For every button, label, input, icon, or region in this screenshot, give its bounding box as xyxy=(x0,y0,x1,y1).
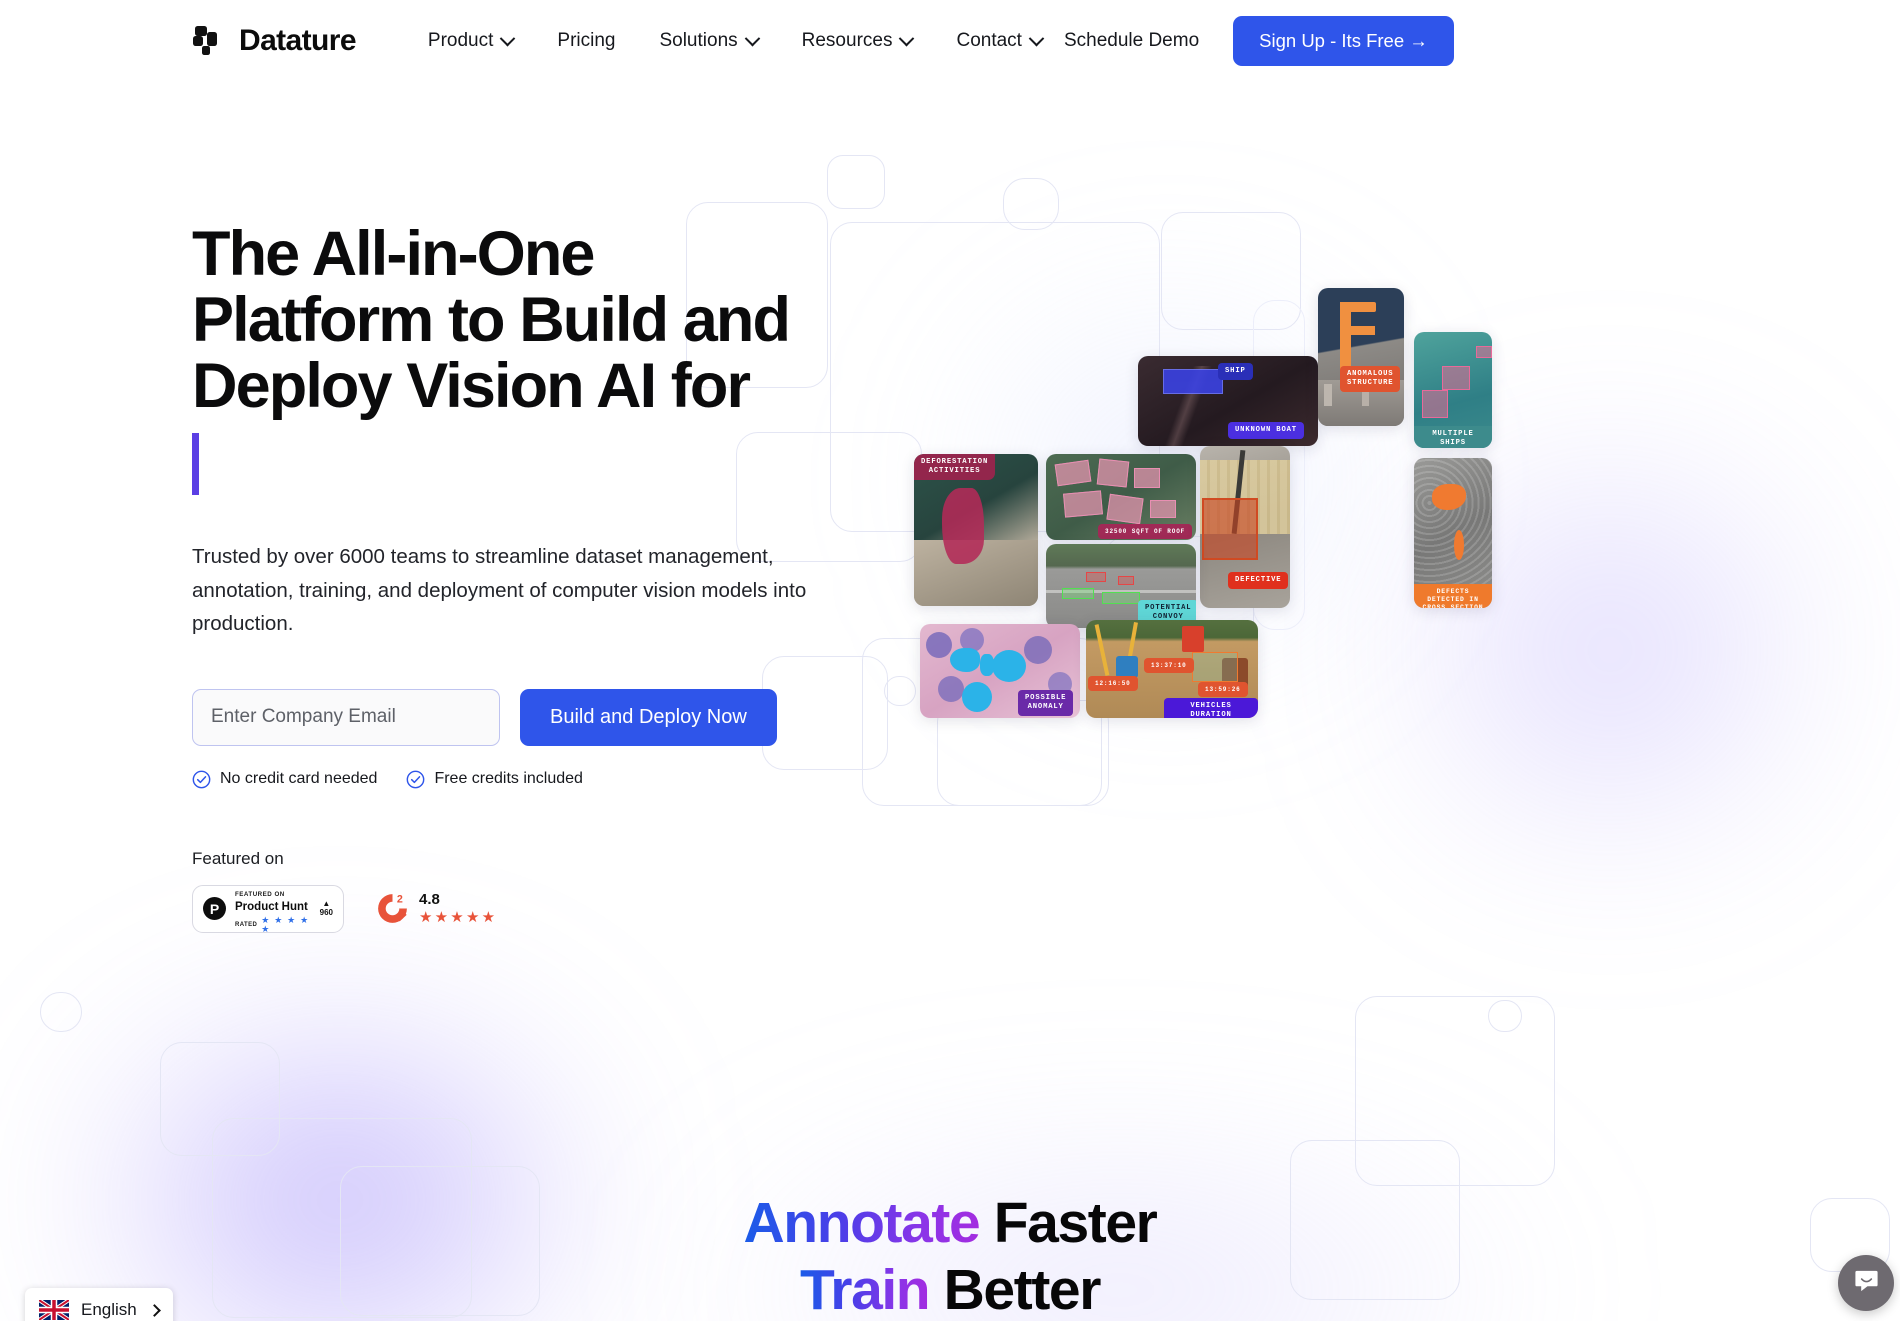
headline-rest-better: Better xyxy=(929,1257,1102,1321)
nav-item-label: Contact xyxy=(956,30,1022,51)
tile-cell-anomaly: POSSIBLE ANOMALY xyxy=(920,624,1080,718)
tile-label: SHIP xyxy=(1218,363,1253,380)
email-input[interactable] xyxy=(192,688,500,746)
tile-timestamp: 13:37:10 xyxy=(1144,658,1194,673)
perk-label: Free credits included xyxy=(434,770,583,788)
datature-block-logo-icon xyxy=(192,24,226,58)
nav-item-solutions[interactable]: Solutions xyxy=(637,20,779,62)
perk-free-credits: Free credits included xyxy=(406,770,583,789)
chevron-down-icon xyxy=(1028,30,1045,46)
hero-image-collage: SHIP UNKNOWN BOAT ANOMALOUS STRUCTURE MU… xyxy=(914,288,1492,718)
tile-label: DEFORESTATION ACTIVITIES xyxy=(914,454,996,480)
ph-stars: ★ ★ ★ ★ ★ xyxy=(261,914,310,934)
brand-name: Datature xyxy=(239,24,357,57)
tile-timestamp: 12:16:50 xyxy=(1088,676,1138,691)
headline-accent-train: Train xyxy=(800,1257,931,1321)
nav-item-contact[interactable]: Contact xyxy=(934,20,1063,62)
schedule-demo-link[interactable]: Schedule Demo xyxy=(1064,30,1199,52)
tile-label-secondary: UNKNOWN BOAT xyxy=(1228,422,1304,439)
page-root: Datature Product Pricing Solutions Resou… xyxy=(0,0,1900,1321)
tile-label: 32500 SQFT OF ROOF xyxy=(1098,524,1193,539)
uk-flag-icon xyxy=(37,1298,71,1321)
tile-label: DEFECTIVE xyxy=(1228,572,1289,589)
product-hunt-icon: P xyxy=(203,897,226,921)
nav-links: Product Pricing Solutions Resources Cont… xyxy=(406,20,1064,62)
signup-form: Build and Deploy Now xyxy=(192,688,872,746)
tile-anomalous-structure: ANOMALOUS STRUCTURE xyxy=(1318,288,1404,426)
check-circle-icon xyxy=(406,770,425,789)
section-headline-line-1: Annotate Faster xyxy=(0,1190,1900,1257)
perk-no-credit-card: No credit card needed xyxy=(192,770,377,789)
chevron-down-icon xyxy=(744,30,760,46)
svg-text:2: 2 xyxy=(397,894,403,906)
headline-accent-annotate: Annotate xyxy=(743,1191,981,1255)
nav-item-product[interactable]: Product xyxy=(406,20,535,62)
tile-multiple-ships: MULTIPLE SHIPS DETECTED AT PORT C xyxy=(1414,332,1492,448)
tile-label: MULTIPLE SHIPS DETECTED AT PORT C xyxy=(1414,426,1492,448)
tile-cross-section: DEFECTS DETECTED IN CROSS SECTION xyxy=(1414,458,1492,608)
g2-logo-icon: 2 xyxy=(375,891,410,926)
top-navigation-bar: Datature Product Pricing Solutions Resou… xyxy=(0,0,1900,82)
tile-label: POSSIBLE ANOMALY xyxy=(1018,690,1074,716)
tile-deforestation: DEFORESTATION ACTIVITIES xyxy=(914,454,1038,606)
chevron-down-icon xyxy=(899,30,915,46)
headline-line-2: Platform to Build and xyxy=(192,284,791,355)
nav-item-resources[interactable]: Resources xyxy=(780,20,935,62)
nav-item-label: Pricing xyxy=(557,30,616,51)
nav-item-label: Product xyxy=(427,30,494,51)
language-label: English xyxy=(81,1300,137,1319)
check-circle-icon xyxy=(192,770,211,789)
g2-badge[interactable]: 2 4.8 ★★★★★ xyxy=(375,891,497,926)
product-hunt-badge[interactable]: P FEATURED ON Product Hunt RATED ★ ★ ★ ★… xyxy=(192,884,344,934)
signup-button[interactable]: Sign Up - Its Free → xyxy=(1233,16,1454,66)
tile-ship-detection: SHIP UNKNOWN BOAT xyxy=(1138,356,1318,446)
tile-label: DEFECTS DETECTED IN CROSS SECTION xyxy=(1414,584,1492,608)
section-headline-line-2: Train Better xyxy=(0,1257,1900,1321)
featured-badges: P FEATURED ON Product Hunt RATED ★ ★ ★ ★… xyxy=(192,884,872,934)
section-headline: Annotate Faster Train Better xyxy=(0,1190,1900,1321)
tile-roof-area: 32500 SQFT OF ROOF xyxy=(1046,454,1196,540)
hero-content: The All-in-One Platform to Build and Dep… xyxy=(192,219,872,934)
chat-bubble-smile-icon xyxy=(1853,1267,1880,1299)
upvote-caret-icon: ▲ xyxy=(322,899,331,909)
language-switcher[interactable]: English xyxy=(25,1288,173,1321)
headline-line-3: Deploy Vision AI for xyxy=(192,350,751,421)
tile-defective-surface: DEFECTIVE xyxy=(1200,446,1290,608)
featured-on-label: Featured on xyxy=(192,848,284,868)
hero-headline: The All-in-One Platform to Build and Dep… xyxy=(192,219,872,498)
build-and-deploy-button[interactable]: Build and Deploy Now xyxy=(520,688,777,746)
hero-subtext: Trusted by over 6000 teams to streamline… xyxy=(192,545,807,636)
typing-cursor xyxy=(192,433,199,496)
nav-item-pricing[interactable]: Pricing xyxy=(535,20,637,62)
brand-logo[interactable]: Datature xyxy=(192,24,357,58)
ph-vote-count: 960 xyxy=(319,908,333,918)
tile-potential-convoy: POTENTIAL CONVOY xyxy=(1046,544,1196,628)
nav-item-label: Solutions xyxy=(659,30,738,51)
chevron-right-icon xyxy=(148,1303,161,1317)
tile-timestamp: 13:59:26 xyxy=(1198,682,1248,697)
ph-name: Product Hunt xyxy=(235,901,308,914)
tile-label: ANOMALOUS STRUCTURE xyxy=(1340,366,1401,392)
ph-rated-label: RATED xyxy=(235,921,258,928)
nav-actions: Schedule Demo Sign Up - Its Free → xyxy=(1064,16,1454,66)
tile-vehicles-duration: 12:16:50 13:37:10 13:59:26 VEHICLES DURA… xyxy=(1086,620,1258,718)
perk-label: No credit card needed xyxy=(220,770,378,788)
g2-stars: ★★★★★ xyxy=(419,909,498,927)
ph-kicker: FEATURED ON xyxy=(235,891,285,899)
perks-list: No credit card needed Free credits inclu… xyxy=(192,770,872,789)
headline-rest-faster: Faster xyxy=(979,1191,1158,1255)
g2-score: 4.8 xyxy=(419,891,440,909)
headline-line-1: The All-in-One xyxy=(192,219,595,289)
chevron-down-icon xyxy=(500,30,516,46)
nav-item-label: Resources xyxy=(801,30,893,51)
tile-label: VEHICLES DURATION xyxy=(1164,698,1258,718)
chat-launcher-button[interactable] xyxy=(1838,1255,1894,1311)
